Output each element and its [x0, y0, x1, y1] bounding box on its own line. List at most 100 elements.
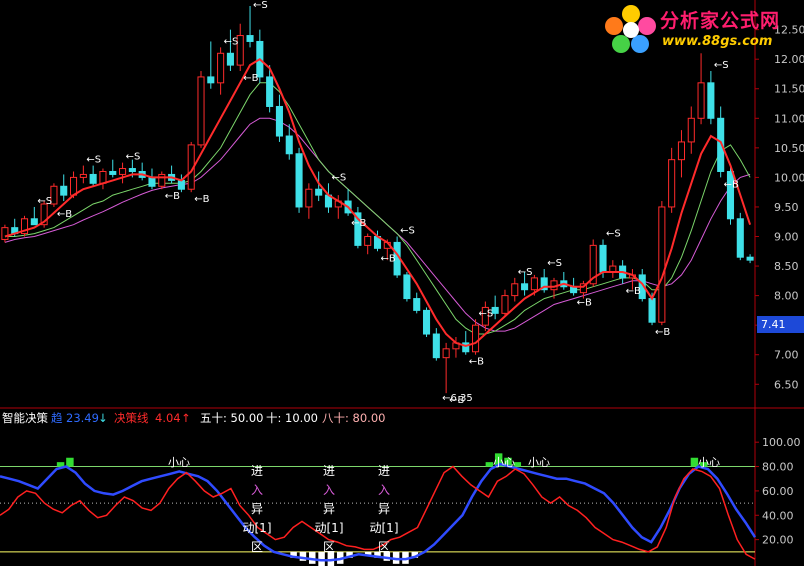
candle-body	[364, 236, 372, 246]
sell-signal-label: ←S	[479, 308, 494, 319]
price-tick-label: 6.50	[774, 378, 799, 391]
price-tick-label: 9.00	[774, 231, 799, 244]
buy-signal-label: ←B	[655, 327, 670, 338]
candle-body	[305, 188, 313, 208]
candle-body	[128, 168, 136, 172]
trend-value: 23.49	[66, 411, 99, 425]
entry-word: 动[1]	[314, 521, 344, 535]
caution-label: 小心	[528, 456, 550, 469]
price-tick-label: 10.00	[774, 171, 804, 184]
overbought-bar	[56, 462, 65, 467]
candle-body	[246, 35, 254, 42]
candle-body	[422, 309, 431, 335]
decision-label: 决策线	[114, 411, 149, 425]
sell-signal-label: ←S	[126, 152, 141, 163]
candle-body	[472, 324, 480, 353]
sell-signal-label: ←S	[331, 172, 346, 183]
stock-chart-canvas: ←S ←B ←S ←S ←B ←B ←S ←B ←S ←B ←B ←S ←B ←B ←S ←S ←S ←B ←S ←B…	[0, 0, 804, 566]
candle-body	[148, 176, 156, 187]
sell-signal-label: ←S	[606, 228, 621, 239]
candle-body	[707, 82, 715, 119]
buy-signal-label: ←B	[243, 73, 258, 84]
buy-signal-label: ←B	[469, 357, 484, 368]
candle-body	[442, 348, 450, 359]
level-fifty-label: 五十: 50.00	[200, 411, 264, 425]
candle-body	[60, 185, 68, 196]
buy-signal-label: ←B	[194, 194, 209, 205]
entry-zone-text-2: 进 入 异 动[1] 区	[315, 462, 344, 557]
indicator-tick-label: 60.00	[762, 485, 794, 498]
candle-body	[177, 179, 185, 190]
candle-body	[736, 218, 744, 258]
candle-body	[226, 52, 234, 66]
candle-body	[658, 206, 666, 323]
sell-signal-label: ←S	[86, 155, 101, 166]
price-tick-label: 11.50	[774, 83, 804, 96]
decision-arrow-icon: ↑	[181, 411, 191, 425]
price-tick-label: 9.50	[774, 201, 799, 214]
level-eighty-label: 八十: 80.00	[322, 411, 386, 425]
candle-body	[648, 298, 656, 323]
decision-value: 4.04	[155, 411, 181, 425]
entry-zone-text-3: 进 入 异 动[1] 区	[370, 462, 399, 557]
candle-body	[746, 256, 754, 261]
entry-word: 区	[250, 540, 263, 554]
buy-signal-label: ←B	[626, 286, 641, 297]
logo-title: 分析家公式网	[660, 10, 781, 32]
candle-body	[413, 298, 421, 311]
price-axis: 12.5012.0011.5011.0010.5010.009.509.008.…	[755, 24, 804, 547]
candle-body	[599, 244, 607, 273]
sell-signal-label: ←S	[714, 60, 729, 71]
entry-word: 入	[322, 483, 335, 497]
indicator-tick-label: 40.00	[762, 509, 794, 522]
candle-body	[530, 277, 538, 291]
entry-word: 动[1]	[242, 521, 272, 535]
candle-body	[119, 168, 127, 175]
caution-label: 小心	[168, 456, 190, 469]
entry-word: 动[1]	[369, 521, 399, 535]
entry-word: 异	[322, 502, 335, 516]
price-tick-label: 11.00	[774, 112, 804, 125]
logo-url: www.88gs.com	[662, 34, 773, 49]
entry-word: 进	[250, 464, 263, 478]
price-tick-label: 8.00	[774, 290, 799, 303]
candle-body	[69, 176, 78, 196]
trend-arrow-icon: ↓	[98, 411, 108, 425]
caution-label: 小心	[493, 456, 515, 469]
candle-body	[521, 283, 529, 291]
entry-word: 入	[377, 483, 390, 497]
candle-body	[315, 188, 323, 196]
candle-body	[1, 227, 9, 240]
candle-body	[501, 295, 509, 314]
candle-body	[89, 173, 97, 184]
entry-word: 进	[377, 464, 390, 478]
candle-body	[403, 274, 411, 300]
candle-body	[99, 170, 107, 184]
candle-body	[687, 117, 695, 143]
price-tick-label: 12.00	[774, 53, 804, 66]
low-price-marker: ←6.35	[442, 393, 473, 404]
entry-word: 异	[250, 502, 263, 516]
caution-label: 小心	[698, 456, 720, 469]
candle-body	[217, 52, 225, 84]
entry-word: 进	[322, 464, 335, 478]
price-tick-label: 8.50	[774, 260, 799, 273]
candle-body	[295, 153, 303, 208]
overbought-bar	[485, 462, 494, 467]
last-price-tag: 7.41	[757, 316, 804, 333]
candle-body	[511, 283, 519, 297]
sell-signal-label: ←S	[518, 267, 533, 278]
ma-slow-line	[4, 117, 751, 332]
trend-label: 趋	[51, 411, 63, 425]
entry-zone-text-1: 进 入 异 动[1] 区	[243, 462, 272, 557]
site-logo: 分析家公式网 www.88gs.com	[604, 4, 800, 54]
entry-word: 区	[377, 540, 390, 554]
indicator-tick-label: 100.00	[762, 436, 801, 449]
candle-body	[158, 173, 166, 187]
buy-signal-label: ←B	[577, 298, 592, 309]
buy-signal-label: ←B	[351, 218, 366, 229]
overbought-bar	[66, 457, 74, 467]
buy-signal-label: ←B	[724, 179, 739, 190]
entry-word: 异	[377, 502, 390, 516]
candle-body	[285, 135, 293, 155]
